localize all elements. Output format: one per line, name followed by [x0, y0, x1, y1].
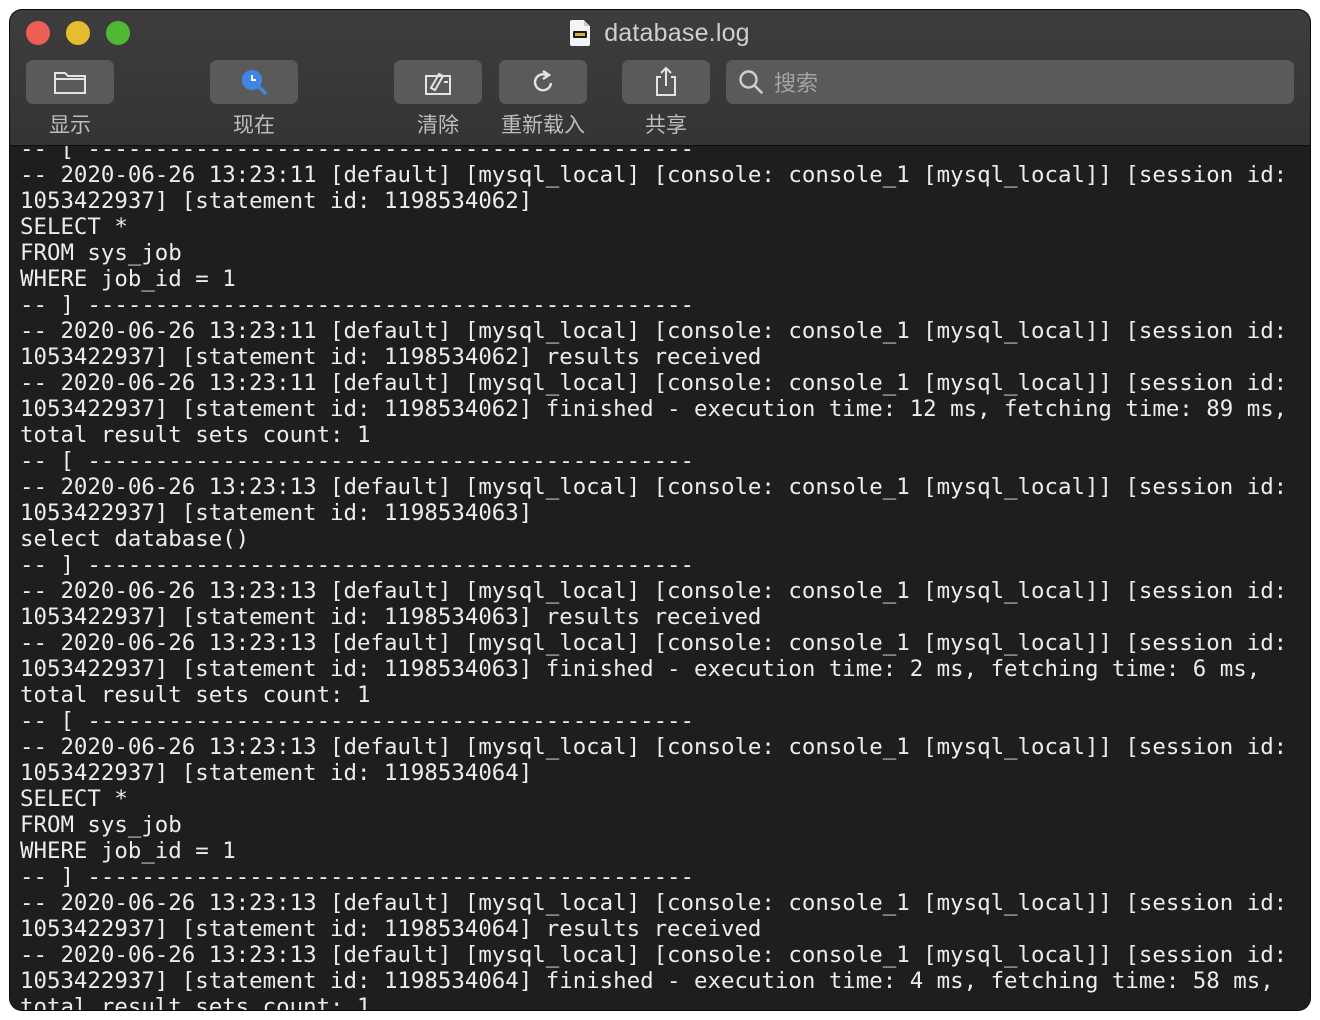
window-title-text: database.log [604, 18, 750, 47]
clear-tool[interactable]: 清除 [394, 60, 482, 139]
log-line: WHERE job_id = 1 [20, 838, 236, 864]
log-line: select database() [20, 526, 250, 552]
share-button[interactable] [622, 60, 710, 104]
log-line: -- 2020-06-26 13:23:11 [default] [mysql_… [20, 318, 1288, 344]
log-line: -- 2020-06-26 13:23:13 [default] [mysql_… [20, 474, 1288, 500]
log-line: -- ] -----------------------------------… [20, 292, 695, 318]
console-window: database.log 显示 现在 清除 重新载入 共享 搜索 -- [--… [10, 10, 1310, 1010]
log-line: -- [ -----------------------------------… [20, 708, 695, 734]
log-document-icon [570, 20, 591, 46]
log-line: 1053422937] [statement id: 1198534062] r… [20, 344, 762, 370]
reload-button[interactable] [499, 60, 587, 104]
log-text: -- [ -----------------------------------… [10, 146, 1287, 1010]
show-button[interactable] [26, 60, 114, 104]
log-line: WHERE job_id = 1 [20, 266, 236, 292]
search-icon [738, 69, 764, 95]
log-line: -- 2020-06-26 13:23:13 [default] [mysql_… [20, 890, 1288, 916]
clear-label: 清除 [417, 113, 459, 137]
title-bar: database.log 显示 现在 清除 重新载入 共享 搜索 [10, 10, 1310, 146]
log-line: FROM sys_job [20, 240, 182, 266]
log-line: total result sets count: 1 [20, 422, 371, 448]
log-line: 1053422937] [statement id: 1198534063] [20, 500, 533, 526]
window-title: database.log [10, 16, 1310, 50]
log-line: SELECT * [20, 786, 128, 812]
log-line: -- 2020-06-26 13:23:13 [default] [mysql_… [20, 734, 1288, 760]
show-tool[interactable]: 显示 [26, 60, 114, 139]
log-view[interactable]: -- [ -----------------------------------… [10, 146, 1310, 1010]
log-line: -- 2020-06-26 13:23:13 [default] [mysql_… [20, 942, 1288, 968]
now-tool[interactable]: 现在 [210, 60, 298, 139]
log-line: -- [ -----------------------------------… [20, 448, 695, 474]
search-placeholder: 搜索 [774, 72, 819, 97]
share-tool[interactable]: 共享 [622, 60, 710, 139]
log-line: 1053422937] [statement id: 1198534063] r… [20, 604, 762, 630]
reload-label: 重新载入 [501, 113, 585, 137]
log-line: -- ] -----------------------------------… [20, 864, 695, 890]
folder-icon [54, 72, 86, 94]
log-line: 1053422937] [statement id: 1198534064] [20, 760, 533, 786]
now-label: 现在 [233, 113, 275, 137]
log-line: total result sets count: 1 [20, 994, 371, 1010]
log-line: 1053422937] [statement id: 1198534063] f… [20, 656, 1261, 682]
log-line: total result sets count: 1 [20, 682, 371, 708]
log-line: -- 2020-06-26 13:23:13 [default] [mysql_… [20, 578, 1288, 604]
share-icon [656, 66, 676, 96]
log-line: SELECT * [20, 214, 128, 240]
show-label: 显示 [49, 113, 91, 137]
reload-icon [533, 70, 553, 92]
log-line: 1053422937] [statement id: 1198534062] [20, 188, 533, 214]
log-line: 1053422937] [statement id: 1198534064] f… [20, 968, 1274, 994]
clear-icon [425, 72, 451, 95]
clear-button[interactable] [394, 60, 482, 104]
log-line: -- 2020-06-26 13:23:11 [default] [mysql_… [20, 162, 1288, 188]
now-button[interactable] [210, 60, 298, 104]
log-line: -- [ -----------------------------------… [20, 146, 695, 162]
log-line: FROM sys_job [20, 812, 182, 838]
log-line: 1053422937] [statement id: 1198534064] r… [20, 916, 762, 942]
log-line: -- 2020-06-26 13:23:11 [default] [mysql_… [20, 370, 1288, 396]
reload-tool[interactable]: 重新载入 [499, 60, 587, 139]
search-field[interactable]: 搜索 [726, 60, 1294, 104]
share-label: 共享 [645, 113, 687, 137]
magnifier-clock-icon [242, 70, 267, 95]
log-line: -- 2020-06-26 13:23:13 [default] [mysql_… [20, 630, 1288, 656]
log-line: 1053422937] [statement id: 1198534062] f… [20, 396, 1288, 422]
log-line: -- ] -----------------------------------… [20, 552, 695, 578]
